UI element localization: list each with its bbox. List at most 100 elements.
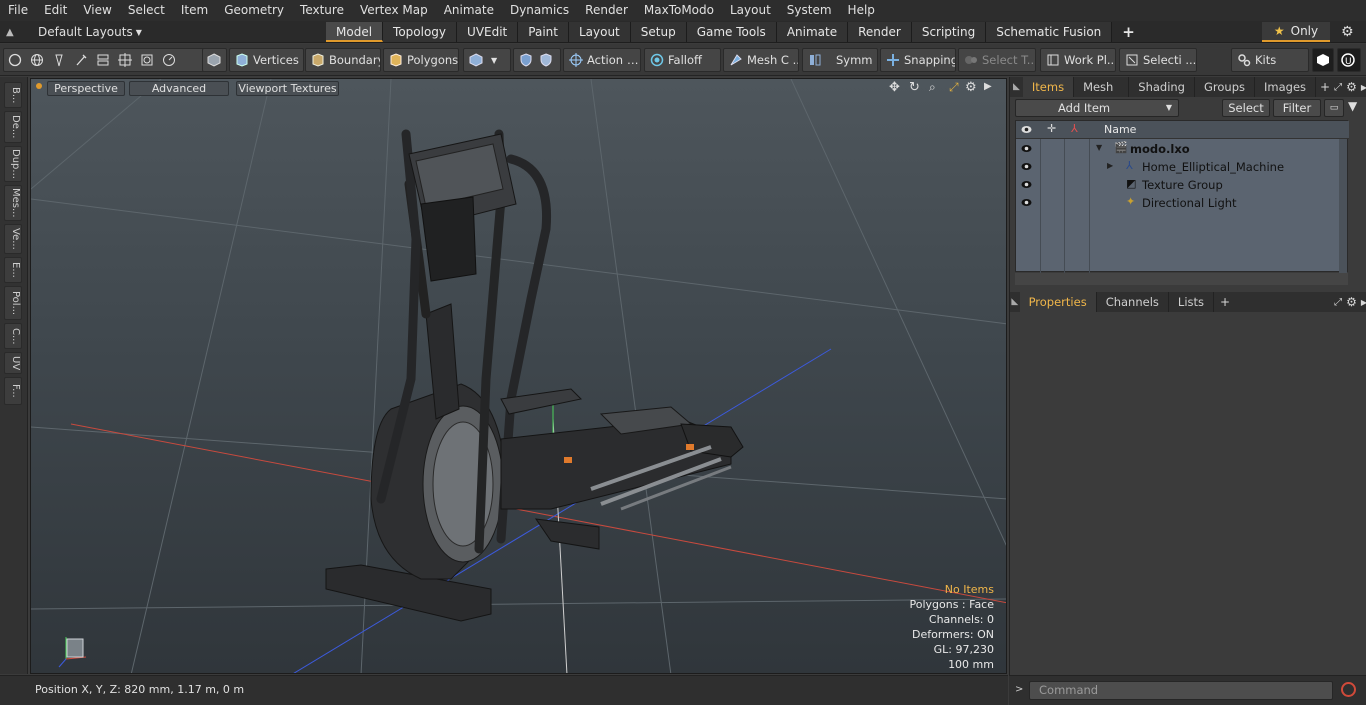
strip-tab-basic[interactable]: B... [4,82,22,108]
panel-arrow-icon[interactable]: ▶ [1361,83,1366,92]
tab-properties[interactable]: Properties [1019,292,1097,312]
tab-groups[interactable]: Groups [1195,77,1255,97]
menu-vertex-map[interactable]: Vertex Map [352,0,436,21]
menu-texture[interactable]: Texture [292,0,352,21]
pan-icon[interactable]: ✥ [889,80,900,95]
tab-lists[interactable]: Lists [1169,292,1215,312]
tab-setup[interactable]: Setup [630,22,687,42]
pen-icon[interactable] [52,53,66,67]
3d-viewport[interactable]: Perspective Advanced Viewport Textures ✥… [30,78,1007,674]
snapping-button[interactable]: Snapping [880,48,956,72]
menu-dynamics[interactable]: Dynamics [502,0,577,21]
grid-snap-icon[interactable] [118,53,132,67]
menu-animate[interactable]: Animate [436,0,502,21]
brush-icon[interactable] [74,53,88,67]
select-button[interactable]: Select [1222,99,1270,117]
menu-maxtomodo[interactable]: MaxToModo [636,0,722,21]
strip-tab-duplicate[interactable]: Dup... [4,146,22,182]
panel-splitter[interactable] [1015,273,1348,285]
strip-tab-edge[interactable]: E... [4,257,22,283]
panel-arrow-icon[interactable]: ▶ [1361,298,1366,307]
viewport-arrow-icon[interactable]: ▶ [984,81,992,92]
strip-tab-mesh-edit[interactable]: Mes... [4,185,22,221]
menu-layout[interactable]: Layout [722,0,779,21]
tab-model[interactable]: Model [326,22,384,42]
only-toggle[interactable]: ★ Only [1262,22,1330,42]
timer-icon[interactable] [162,53,176,67]
menu-select[interactable]: Select [120,0,173,21]
falloff-button[interactable]: Falloff [644,48,721,72]
expand-icon[interactable]: ⤢ [1334,82,1342,93]
strip-tab-uv[interactable]: UV [4,352,22,374]
perspective-button[interactable]: Perspective [47,81,125,96]
tab-shading[interactable]: Shading [1129,77,1195,97]
shield-alt-icon[interactable] [539,53,553,67]
eye-icon[interactable] [1021,144,1032,153]
funnel-icon[interactable]: ▼ [1348,99,1357,113]
rotate-icon[interactable]: ↻ [909,80,920,95]
list-item-texture-group[interactable]: ◩ Texture Group [1016,176,1349,194]
strip-tab-vertex[interactable]: Ve... [4,224,22,254]
strip-tab-fusion[interactable]: F... [4,377,22,405]
record-icon[interactable] [1341,682,1356,697]
layout-selector[interactable]: ▲ Default Layouts ▼ [6,21,142,43]
add-panel-tab-icon[interactable]: + [1220,295,1230,309]
zoom-icon[interactable]: ⌕ [929,80,936,95]
globe-icon[interactable] [30,53,44,67]
frame-icon[interactable] [140,53,154,67]
unreal-button[interactable]: U [1337,48,1361,72]
strip-tab-curve[interactable]: C... [4,323,22,349]
add-tab-button[interactable]: + [1112,22,1145,42]
item-list-scrollbar[interactable] [1339,139,1347,273]
panel-gear-icon[interactable]: ⚙ [1346,295,1357,309]
eye-icon[interactable] [1021,198,1032,207]
list-item-light[interactable]: ✦ Directional Light [1016,194,1349,212]
strip-tab-polygon[interactable]: Pol... [4,286,22,320]
workplane-button[interactable]: Work Pl... [1040,48,1116,72]
tab-scripting[interactable]: Scripting [911,22,987,42]
eye-icon[interactable] [1021,162,1032,171]
tab-render[interactable]: Render [848,22,912,42]
viewport-gear-icon[interactable]: ⚙ [965,80,977,95]
collapsed-arrow-icon[interactable]: ▶ [1107,161,1113,170]
maximize-icon[interactable]: ⤢ [949,80,959,95]
shield-icon[interactable] [519,53,533,67]
tab-images[interactable]: Images [1255,77,1317,97]
mesh-constraint-button[interactable]: Mesh C ... [723,48,799,72]
kits-button[interactable]: Kits [1231,48,1309,72]
viewport-menu-dot-icon[interactable] [36,83,42,89]
tab-layout[interactable]: Layout [568,22,631,42]
panel-menu-icon[interactable]: ◣ [1010,82,1023,92]
menu-render[interactable]: Render [577,0,636,21]
unity-button[interactable] [1312,48,1334,72]
tab-uvedit[interactable]: UVEdit [457,22,519,42]
selection-sets-button[interactable]: Selecti ... [1119,48,1197,72]
symmetry-button[interactable]: Symm ... [802,48,878,72]
panel-menu-icon[interactable]: ◣ [1010,297,1020,307]
menu-geometry[interactable]: Geometry [216,0,292,21]
action-button[interactable]: Action … [563,48,641,72]
list-item-scene[interactable]: ▼ 🎬 modo.lxo [1016,140,1349,158]
item-mode-button[interactable] [202,48,227,72]
list-item-mesh[interactable]: ▶ ⅄ Home_Elliptical_Machine [1016,158,1349,176]
expand-arrow-icon[interactable]: ▼ [1096,143,1102,152]
add-panel-tab-icon[interactable]: + [1320,80,1330,94]
tab-items[interactable]: Items [1022,77,1075,97]
viewport-textures-button[interactable]: Viewport Textures [236,81,339,96]
menu-help[interactable]: Help [840,0,883,21]
menu-edit[interactable]: Edit [36,0,75,21]
advanced-button[interactable]: Advanced [129,81,229,96]
boundary-button[interactable]: Boundary [305,48,381,72]
command-input[interactable]: Command [1029,681,1333,700]
eye-icon[interactable] [1021,180,1032,189]
strip-tab-deform[interactable]: De... [4,111,22,143]
polygons-button[interactable]: Polygons [383,48,459,72]
circle-icon[interactable] [8,53,22,67]
panel-gear-icon[interactable]: ⚙ [1346,80,1357,94]
add-item-button[interactable]: Add Item ▼ [1015,99,1179,117]
tab-schematic-fusion[interactable]: Schematic Fusion [986,22,1113,42]
menu-view[interactable]: View [75,0,119,21]
tab-mesh[interactable]: Mesh ... [1074,77,1130,114]
menu-system[interactable]: System [779,0,840,21]
tab-animate[interactable]: Animate [776,22,849,42]
